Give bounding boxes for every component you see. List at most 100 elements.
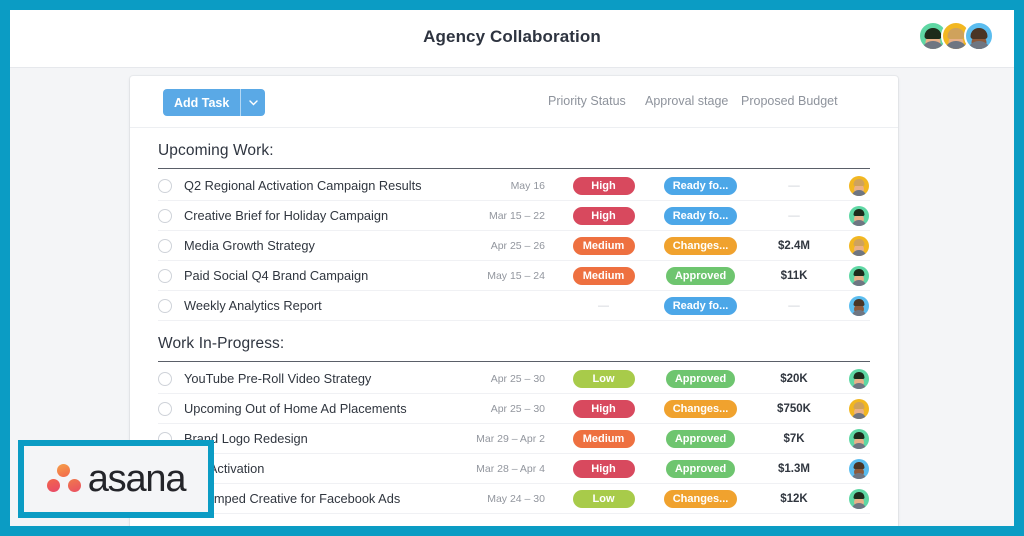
approval-cell[interactable]: Approved xyxy=(652,266,749,285)
priority-badge[interactable]: High xyxy=(572,206,635,225)
assignee-cell[interactable] xyxy=(839,488,879,509)
task-complete-checkbox[interactable] xyxy=(158,178,172,193)
priority-cell[interactable]: High xyxy=(555,459,652,478)
priority-badge[interactable]: Low xyxy=(572,489,635,508)
assignee-avatar[interactable] xyxy=(849,265,869,286)
priority-cell[interactable]: High xyxy=(555,399,652,418)
priority-cell[interactable]: — xyxy=(555,300,652,312)
budget-value[interactable]: $2.4M xyxy=(749,240,839,252)
assignee-avatar[interactable] xyxy=(849,398,869,419)
assignee-avatar[interactable] xyxy=(849,368,869,389)
priority-cell[interactable]: Medium xyxy=(555,236,652,255)
task-name[interactable]: Paid Social Q4 Brand Campaign xyxy=(184,268,459,283)
approval-badge[interactable]: Ready fo... xyxy=(663,206,738,225)
task-row[interactable]: Media Growth Strategy Apr 25 – 26 Medium Ch… xyxy=(158,231,870,261)
approval-badge[interactable]: Changes... xyxy=(663,399,738,418)
priority-badge[interactable]: Low xyxy=(572,369,635,388)
assignee-cell[interactable] xyxy=(839,368,879,389)
assignee-avatar[interactable] xyxy=(849,205,869,226)
task-name[interactable]: Weekly Analytics Report xyxy=(184,298,459,313)
task-complete-checkbox[interactable] xyxy=(158,268,172,283)
approval-badge[interactable]: Approved xyxy=(665,429,736,448)
task-due-date[interactable]: Apr 25 – 26 xyxy=(459,240,555,252)
budget-value[interactable]: $1.3M xyxy=(749,463,839,475)
task-due-date[interactable]: May 24 – 30 xyxy=(459,493,555,505)
approval-cell[interactable]: Approved xyxy=(652,369,749,388)
task-row[interactable]: Paid Social Q4 Brand Campaign May 15 – 24… xyxy=(158,261,870,291)
task-due-date[interactable]: Mar 15 – 22 xyxy=(459,210,555,222)
column-header-priority[interactable]: Priority Status xyxy=(548,94,626,108)
task-name[interactable]: Q2 Regional Activation Campaign Results xyxy=(184,178,459,193)
assignee-avatar[interactable] xyxy=(849,175,869,196)
task-complete-checkbox[interactable] xyxy=(158,401,172,416)
task-complete-checkbox[interactable] xyxy=(158,298,172,313)
approval-cell[interactable]: Approved xyxy=(652,459,749,478)
budget-value[interactable]: $750K xyxy=(749,403,839,415)
approval-cell[interactable]: Changes... xyxy=(652,399,749,418)
avatar-member-3[interactable] xyxy=(964,21,994,51)
approval-badge[interactable]: Approved xyxy=(665,459,736,478)
task-name[interactable]: Brand Logo Redesign xyxy=(184,431,459,446)
task-row[interactable]: Weekly Analytics Report — Ready fo... — xyxy=(158,291,870,321)
task-due-date[interactable]: Apr 25 – 30 xyxy=(459,403,555,415)
task-name[interactable]: Creative Brief for Holiday Campaign xyxy=(184,208,459,223)
priority-cell[interactable]: Low xyxy=(555,369,652,388)
assignee-cell[interactable] xyxy=(839,175,879,196)
priority-badge[interactable]: High xyxy=(572,459,635,478)
assignee-cell[interactable] xyxy=(839,295,879,316)
task-name[interactable]: City Activation xyxy=(184,461,459,476)
task-row[interactable]: Q2 Regional Activation Campaign Results M… xyxy=(158,171,870,201)
task-due-date[interactable]: Apr 25 – 30 xyxy=(459,373,555,385)
task-complete-checkbox[interactable] xyxy=(158,238,172,253)
approval-cell[interactable]: Changes... xyxy=(652,489,749,508)
approval-badge[interactable]: Ready fo... xyxy=(663,296,738,315)
priority-cell[interactable]: Medium xyxy=(555,429,652,448)
column-header-budget[interactable]: Proposed Budget xyxy=(741,94,838,108)
priority-cell[interactable]: Medium xyxy=(555,266,652,285)
assignee-cell[interactable] xyxy=(839,458,879,479)
task-row[interactable]: Revamped Creative for Facebook Ads May 24… xyxy=(158,484,870,514)
approval-cell[interactable]: Approved xyxy=(652,429,749,448)
priority-badge[interactable]: Medium xyxy=(572,429,635,448)
assignee-avatar[interactable] xyxy=(849,295,869,316)
approval-cell[interactable]: Ready fo... xyxy=(652,206,749,225)
header-avatar-group[interactable] xyxy=(918,21,994,51)
budget-value[interactable]: $7K xyxy=(749,433,839,445)
task-due-date[interactable]: Mar 29 – Apr 2 xyxy=(459,433,555,445)
assignee-avatar[interactable] xyxy=(849,235,869,256)
budget-value[interactable]: — xyxy=(749,300,839,312)
priority-badge[interactable]: High xyxy=(572,176,635,195)
task-due-date[interactable]: May 15 – 24 xyxy=(459,270,555,282)
priority-badge[interactable]: Medium xyxy=(572,266,635,285)
approval-badge[interactable]: Changes... xyxy=(663,489,738,508)
task-complete-checkbox[interactable] xyxy=(158,208,172,223)
task-due-date[interactable]: May 16 xyxy=(459,180,555,192)
assignee-cell[interactable] xyxy=(839,205,879,226)
assignee-cell[interactable] xyxy=(839,265,879,286)
task-row[interactable]: Creative Brief for Holiday Campaign Mar 1… xyxy=(158,201,870,231)
column-header-approval[interactable]: Approval stage xyxy=(645,94,728,108)
approval-badge[interactable]: Approved xyxy=(665,369,736,388)
assignee-cell[interactable] xyxy=(839,398,879,419)
task-row[interactable]: City Activation Mar 28 – Apr 4 High Approve… xyxy=(158,454,870,484)
task-due-date[interactable]: Mar 28 – Apr 4 xyxy=(459,463,555,475)
budget-value[interactable]: $12K xyxy=(749,493,839,505)
task-complete-checkbox[interactable] xyxy=(158,371,172,386)
approval-cell[interactable]: Changes... xyxy=(652,236,749,255)
budget-value[interactable]: $20K xyxy=(749,373,839,385)
task-row[interactable]: Brand Logo Redesign Mar 29 – Apr 2 Medium A… xyxy=(158,424,870,454)
priority-badge[interactable]: Medium xyxy=(572,236,635,255)
assignee-cell[interactable] xyxy=(839,235,879,256)
budget-value[interactable]: $11K xyxy=(749,270,839,282)
task-name[interactable]: Media Growth Strategy xyxy=(184,238,459,253)
budget-value[interactable]: — xyxy=(749,210,839,222)
task-name[interactable]: Revamped Creative for Facebook Ads xyxy=(184,491,459,506)
task-name[interactable]: YouTube Pre-Roll Video Strategy xyxy=(184,371,459,386)
priority-cell[interactable]: High xyxy=(555,176,652,195)
priority-badge[interactable]: High xyxy=(572,399,635,418)
approval-cell[interactable]: Ready fo... xyxy=(652,176,749,195)
approval-badge[interactable]: Changes... xyxy=(663,236,738,255)
task-name[interactable]: Upcoming Out of Home Ad Placements xyxy=(184,401,459,416)
task-row[interactable]: YouTube Pre-Roll Video Strategy Apr 25 – … xyxy=(158,364,870,394)
assignee-avatar[interactable] xyxy=(849,488,869,509)
